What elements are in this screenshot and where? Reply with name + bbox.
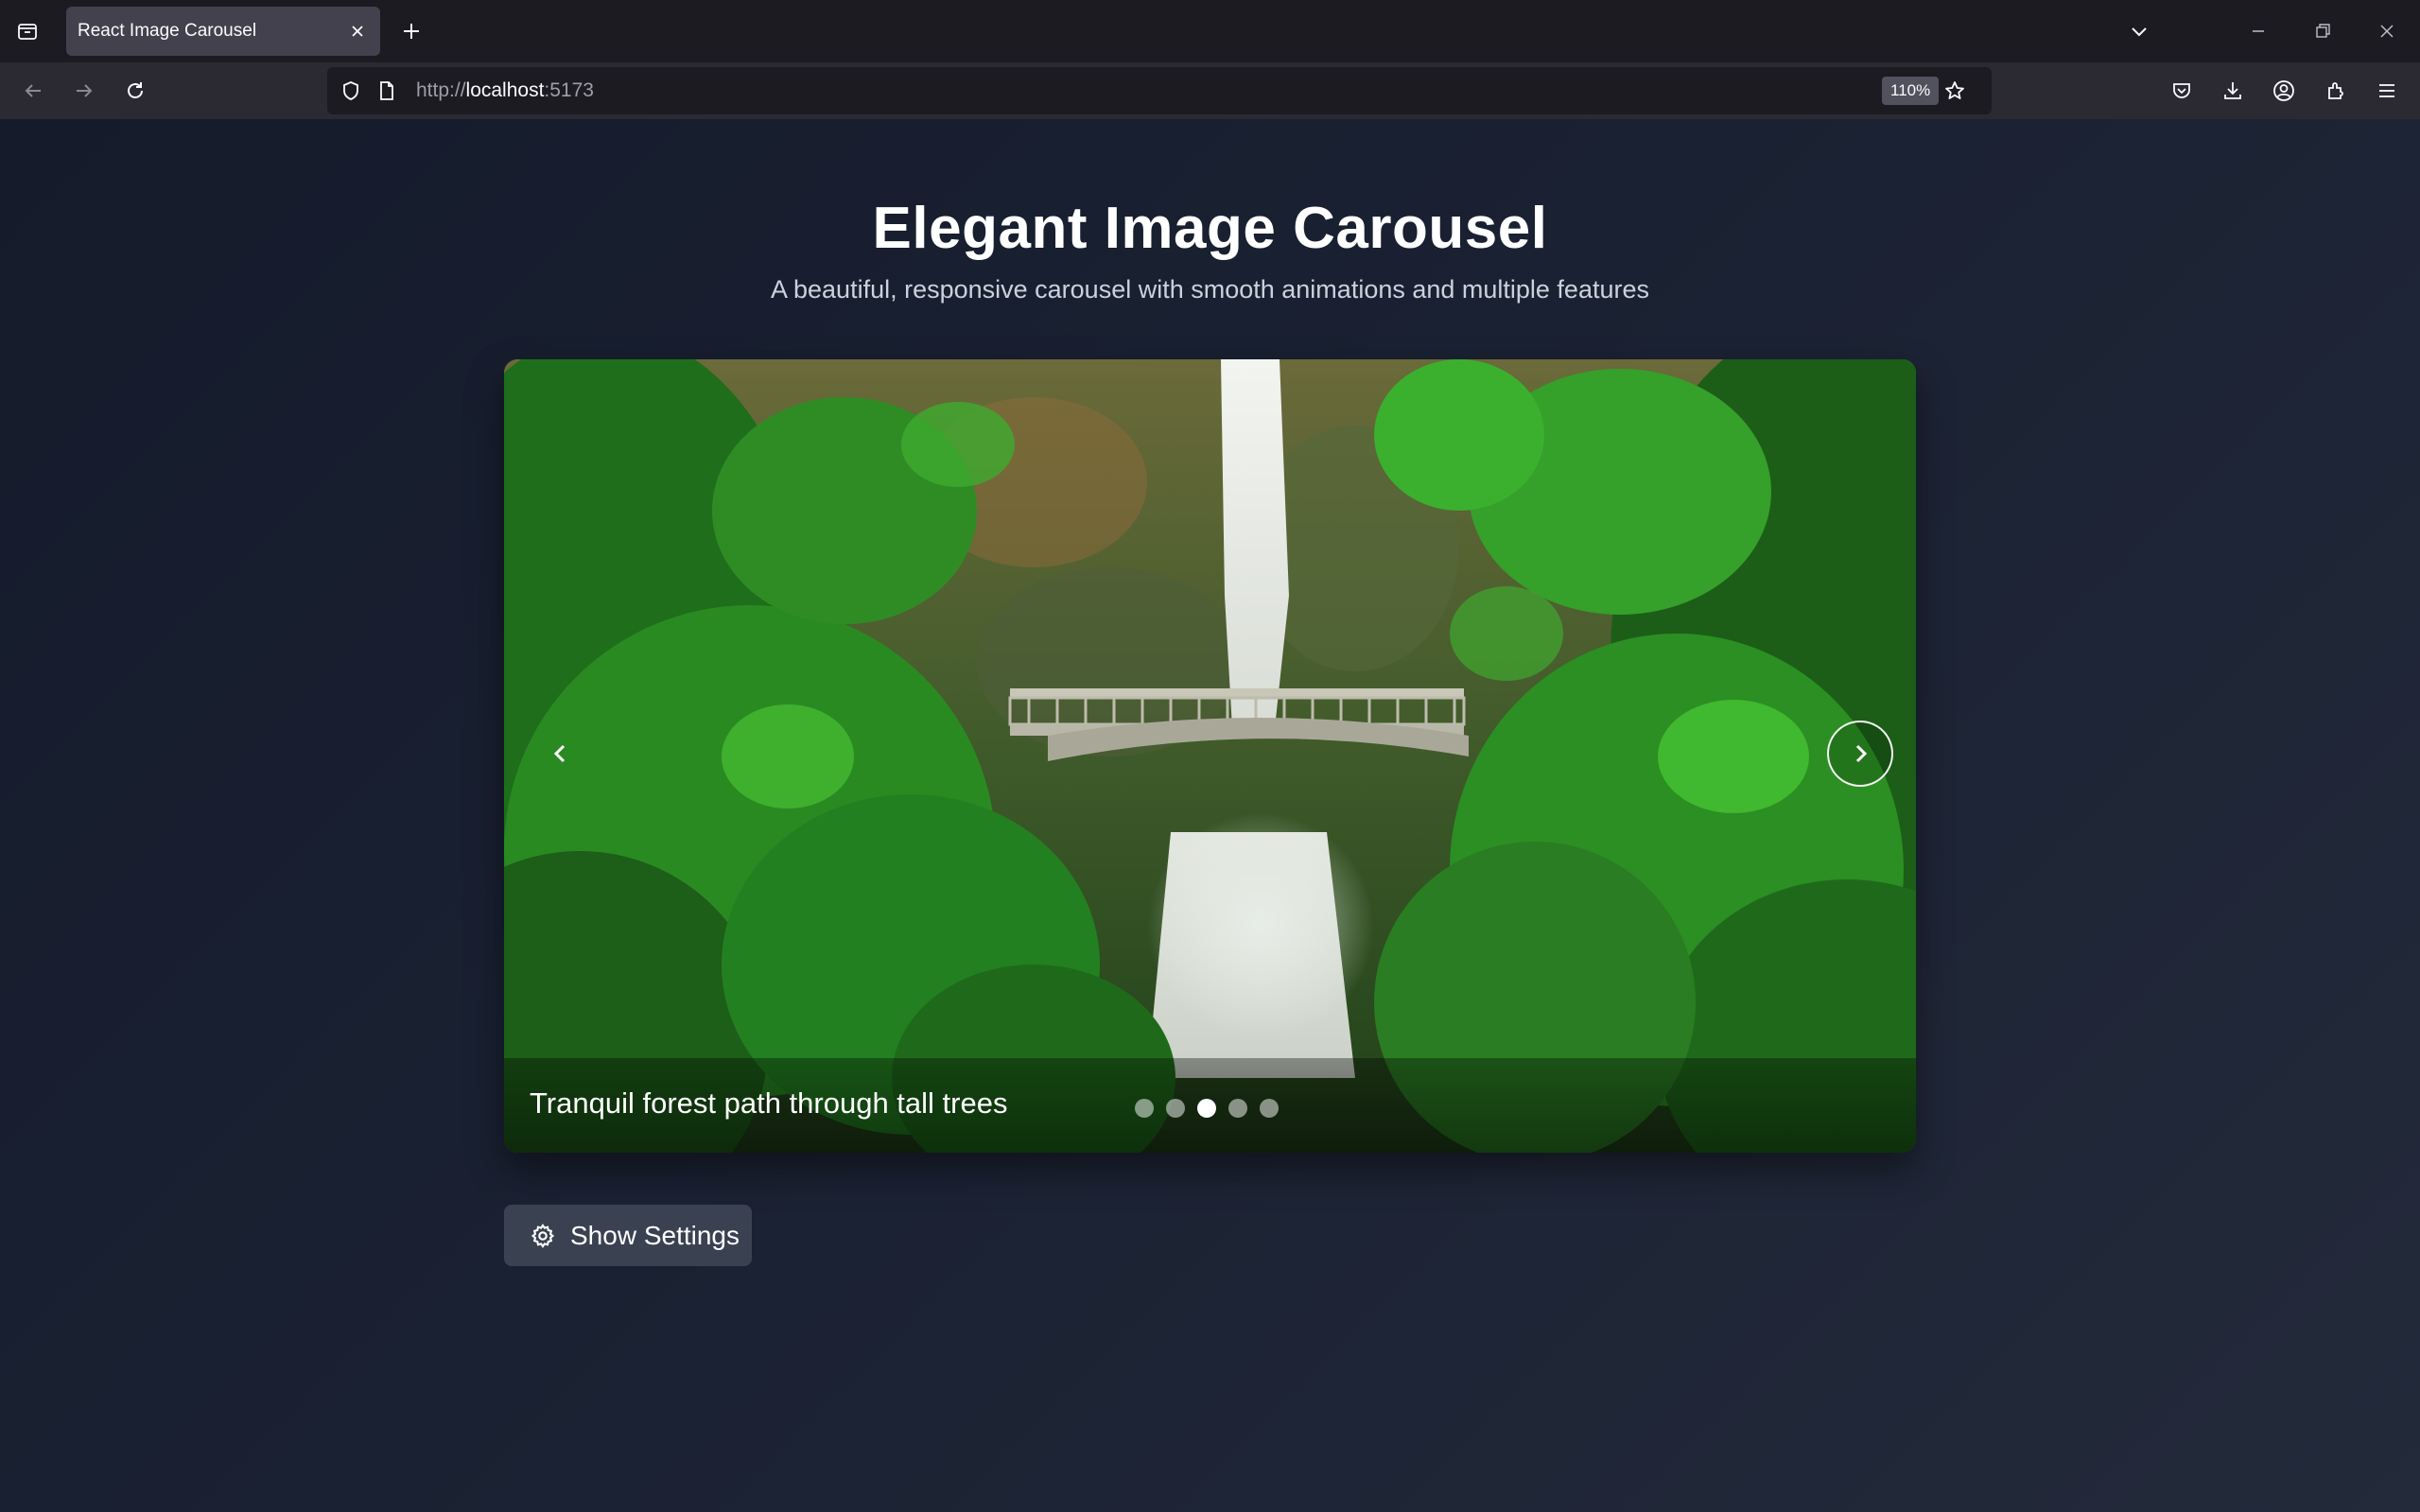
tab-title: React Image Carousel: [78, 21, 257, 41]
slide-image: [504, 359, 1916, 1153]
page-title: Elegant Image Carousel: [872, 196, 1548, 261]
slide-dot-2[interactable]: [1166, 1099, 1185, 1118]
close-window-icon[interactable]: [2367, 11, 2407, 51]
gear-icon: [531, 1224, 555, 1248]
url-bar[interactable]: http://localhost:5173 110%: [327, 67, 1992, 114]
chevron-left-icon: [553, 744, 566, 763]
close-tab-icon[interactable]: [344, 18, 371, 44]
downloads-icon[interactable]: [2215, 73, 2251, 109]
bookmark-star-icon[interactable]: [1941, 77, 1969, 105]
next-slide-button[interactable]: [1827, 721, 1893, 787]
tracking-protection-shield-icon[interactable]: [339, 78, 363, 103]
slide-dot-4[interactable]: [1228, 1099, 1247, 1118]
page-subtitle: A beautiful, responsive carousel with sm…: [770, 275, 1649, 304]
url-text[interactable]: http://localhost:5173: [416, 79, 594, 102]
slide-dot-5[interactable]: [1260, 1099, 1279, 1118]
chevron-right-icon: [1855, 744, 1868, 763]
image-carousel: Tranquil forest path through tall trees: [504, 359, 1916, 1153]
forward-icon[interactable]: [66, 73, 102, 109]
show-settings-label: Show Settings: [570, 1221, 740, 1250]
menu-hamburger-icon[interactable]: [2369, 73, 2405, 109]
show-settings-button[interactable]: Show Settings: [504, 1205, 752, 1266]
url-scheme: http://: [416, 79, 466, 101]
new-tab-icon[interactable]: [395, 15, 427, 47]
restore-icon[interactable]: [2303, 11, 2342, 51]
slide-dot-1[interactable]: [1135, 1099, 1154, 1118]
account-icon[interactable]: [2266, 73, 2302, 109]
minimize-icon[interactable]: [2238, 11, 2278, 51]
url-host: localhost: [465, 79, 545, 101]
url-port: :5173: [544, 79, 594, 101]
caption-bar: Tranquil forest path through tall trees: [504, 1058, 1916, 1153]
browser-nav-bar: http://localhost:5173 110%: [0, 62, 2420, 119]
list-all-tabs-icon[interactable]: [2119, 11, 2159, 51]
zoom-level-badge[interactable]: 110%: [1882, 77, 1940, 105]
prev-slide-button[interactable]: [528, 721, 594, 787]
extensions-icon[interactable]: [2318, 73, 2354, 109]
browser-tab-bar: React Image Carousel: [0, 0, 2420, 62]
slide-caption: Tranquil forest path through tall trees: [530, 1086, 1008, 1120]
browser-tab[interactable]: React Image Carousel: [66, 7, 380, 56]
page-info-icon[interactable]: [374, 78, 399, 103]
firefox-view-icon[interactable]: [11, 15, 44, 47]
pocket-icon[interactable]: [2164, 73, 2200, 109]
slide-indicators: [1135, 1099, 1279, 1118]
reload-icon[interactable]: [117, 73, 153, 109]
page-content: Elegant Image Carousel A beautiful, resp…: [0, 119, 2420, 1512]
back-icon[interactable]: [15, 73, 51, 109]
slide-dot-3[interactable]: [1197, 1099, 1216, 1118]
